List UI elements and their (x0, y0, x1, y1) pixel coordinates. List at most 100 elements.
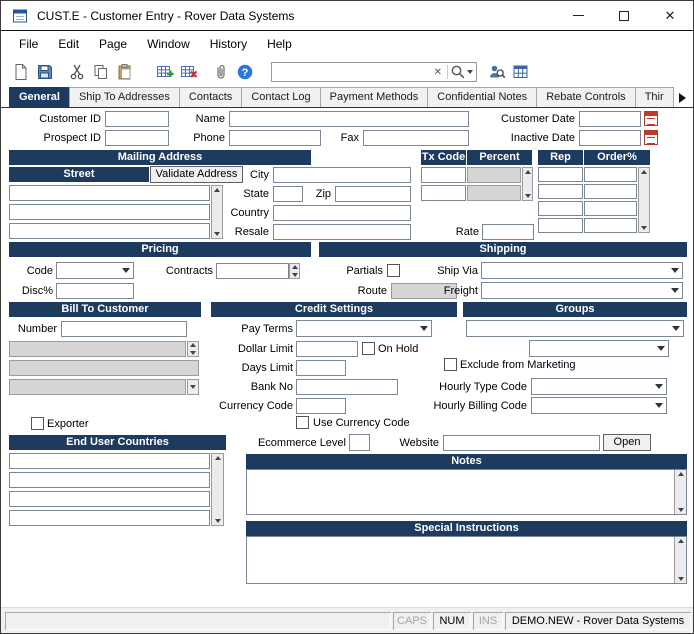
menu-page[interactable]: Page (89, 32, 137, 57)
tab-general[interactable]: General (9, 87, 70, 107)
menu-edit[interactable]: Edit (48, 32, 89, 57)
street-input[interactable] (9, 204, 210, 220)
hourly-billing-code-select[interactable] (531, 397, 667, 414)
notes-textarea[interactable] (246, 469, 687, 515)
zip-input[interactable] (335, 186, 411, 202)
phone-input[interactable] (229, 130, 321, 146)
rep-input[interactable] (538, 201, 583, 216)
end-user-country-row[interactable] (9, 510, 210, 526)
tx-code-input[interactable] (421, 167, 466, 183)
spin-down-icon[interactable] (292, 273, 298, 277)
spin-up-icon[interactable] (292, 265, 298, 269)
end-user-country-row[interactable] (9, 491, 210, 507)
group-select-2[interactable] (529, 340, 669, 357)
customer-date-input[interactable] (579, 111, 641, 127)
tab-contact-log[interactable]: Contact Log (241, 87, 320, 107)
ecommerce-level-input[interactable] (349, 434, 370, 451)
resale-input[interactable] (273, 224, 411, 240)
street-input[interactable] (9, 185, 210, 201)
contracts-spinner[interactable] (289, 263, 300, 279)
end-user-countries-scrollbar[interactable] (211, 453, 224, 526)
bill-to-number-input[interactable] (61, 321, 187, 337)
contracts-input[interactable] (216, 263, 289, 279)
scroll-down-icon[interactable] (678, 577, 684, 581)
order-pct-input[interactable] (584, 184, 637, 199)
bank-no-input[interactable] (296, 379, 398, 395)
street-input[interactable] (9, 223, 210, 239)
exclude-from-marketing-checkbox[interactable] (444, 358, 457, 371)
freight-select[interactable] (481, 282, 683, 299)
menu-history[interactable]: History (200, 32, 257, 57)
paste-button[interactable] (113, 61, 137, 83)
tab-scroll-right-button[interactable] (675, 91, 689, 105)
fax-input[interactable] (363, 130, 469, 146)
search-input[interactable] (272, 64, 431, 80)
website-input[interactable] (443, 435, 600, 451)
order-pct-input[interactable] (584, 218, 637, 233)
attachment-button[interactable] (209, 61, 233, 83)
menu-help[interactable]: Help (257, 32, 302, 57)
minimize-button[interactable] (555, 1, 601, 30)
ship-via-select[interactable] (481, 262, 683, 279)
tab-confidential-notes[interactable]: Confidential Notes (427, 87, 537, 107)
special-instructions-scrollbar[interactable] (674, 537, 686, 583)
tx-code-scrollbar[interactable] (522, 167, 533, 201)
dollar-limit-input[interactable] (296, 341, 358, 357)
currency-code-input[interactable] (296, 398, 346, 414)
partials-checkbox[interactable] (387, 264, 400, 277)
end-user-country-row[interactable] (9, 472, 210, 488)
tab-contacts[interactable]: Contacts (179, 87, 242, 107)
copy-button[interactable] (89, 61, 113, 83)
scroll-down-icon[interactable] (215, 519, 221, 523)
order-pct-input[interactable] (584, 167, 637, 182)
scroll-up-icon[interactable] (215, 456, 221, 460)
scroll-up-icon[interactable] (641, 170, 647, 174)
calendar-icon[interactable] (644, 130, 658, 145)
special-instructions-textarea[interactable] (246, 536, 687, 584)
open-website-button[interactable]: Open (603, 434, 651, 451)
search-options-chevron-icon[interactable] (467, 70, 473, 74)
find-person-button[interactable] (485, 61, 509, 83)
scroll-down-icon[interactable] (641, 226, 647, 230)
customer-id-input[interactable] (105, 111, 169, 127)
table-view-button[interactable] (509, 61, 533, 83)
search-icon[interactable] (450, 64, 466, 80)
on-hold-checkbox[interactable] (362, 342, 375, 355)
scroll-up-icon[interactable] (525, 170, 531, 174)
hourly-type-code-select[interactable] (531, 378, 667, 395)
rate-input[interactable] (482, 224, 534, 240)
close-button[interactable]: ✕ (647, 1, 693, 30)
rep-input[interactable] (538, 184, 583, 199)
prospect-id-input[interactable] (105, 130, 169, 146)
pay-terms-select[interactable] (296, 320, 432, 337)
tab-payment-methods[interactable]: Payment Methods (320, 87, 429, 107)
clear-search-icon[interactable]: ✕ (431, 67, 445, 78)
scroll-down-icon[interactable] (678, 508, 684, 512)
days-limit-input[interactable] (296, 360, 346, 376)
rep-input[interactable] (538, 167, 583, 182)
scroll-up-icon[interactable] (678, 539, 684, 543)
save-button[interactable] (33, 61, 57, 83)
new-document-button[interactable] (9, 61, 33, 83)
city-input[interactable] (273, 167, 411, 183)
scroll-up-icon[interactable] (214, 188, 220, 192)
scroll-up-icon[interactable] (678, 472, 684, 476)
scroll-down-icon[interactable] (525, 194, 531, 198)
rep-scrollbar[interactable] (638, 167, 650, 233)
help-button[interactable]: ? (233, 61, 257, 83)
group-select-1[interactable] (466, 320, 684, 337)
end-user-country-row[interactable] (9, 453, 210, 469)
order-pct-input[interactable] (584, 201, 637, 216)
tab-rebate-controls[interactable]: Rebate Controls (536, 87, 636, 107)
tab-third[interactable]: Thir (635, 87, 674, 107)
grid-delete-button[interactable] (177, 61, 201, 83)
name-input[interactable] (229, 111, 469, 127)
maximize-button[interactable] (601, 1, 647, 30)
rep-input[interactable] (538, 218, 583, 233)
country-input[interactable] (273, 205, 411, 221)
code-select[interactable] (56, 262, 134, 279)
disc-input[interactable] (56, 283, 134, 299)
use-currency-code-checkbox[interactable] (296, 416, 309, 429)
state-input[interactable] (273, 186, 303, 202)
cut-button[interactable] (65, 61, 89, 83)
